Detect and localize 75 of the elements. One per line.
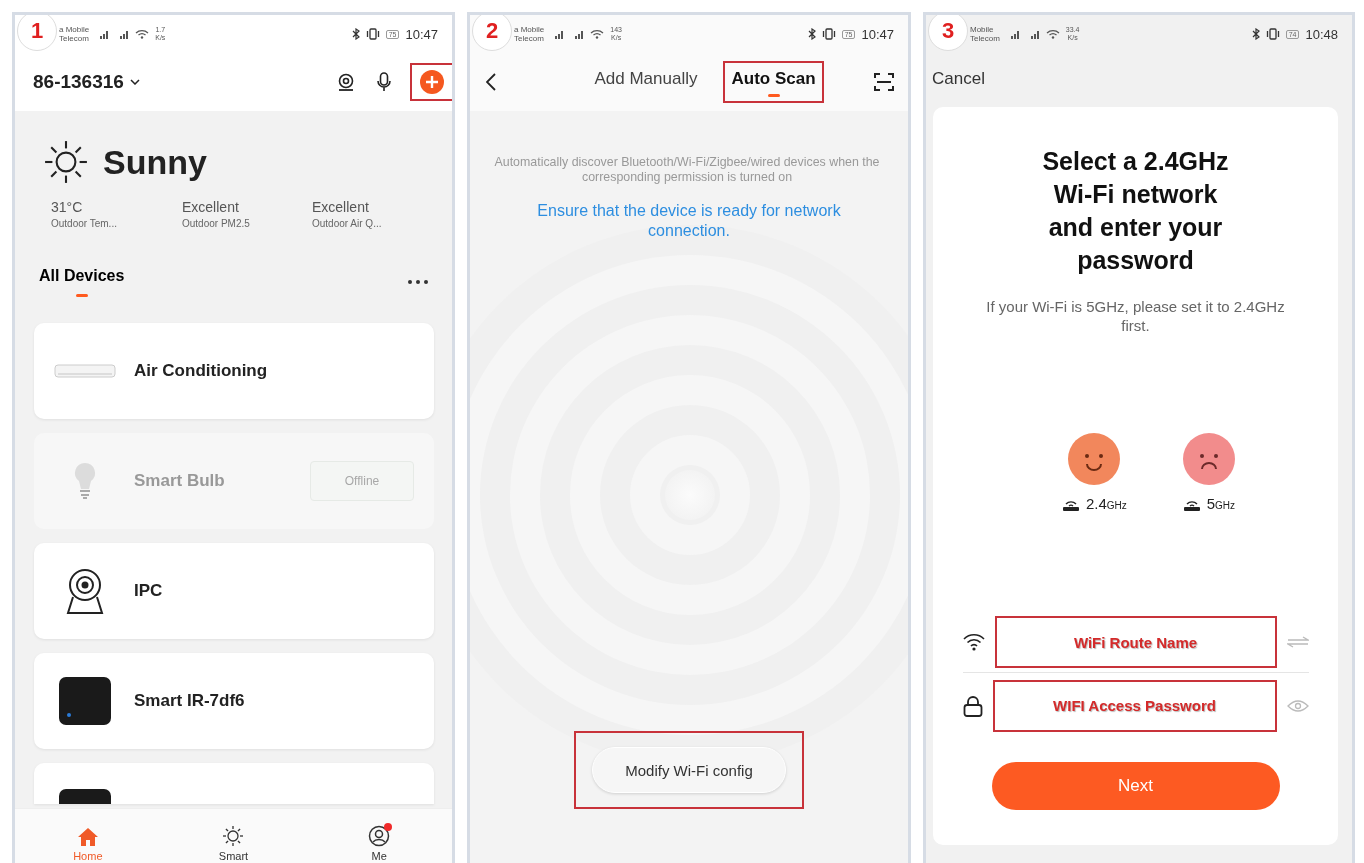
weather-label: Outdoor Tem... bbox=[51, 218, 118, 229]
carrier-name: a Mobile bbox=[514, 25, 545, 34]
microphone-icon[interactable] bbox=[376, 72, 392, 92]
clock-time: 10:48 bbox=[1305, 26, 1338, 42]
nav-tab[interactable]: Smart bbox=[160, 809, 307, 863]
weather-condition: Sunny bbox=[103, 142, 207, 182]
sun-icon bbox=[222, 825, 245, 847]
device-card[interactable]: Air Conditioning bbox=[34, 323, 434, 419]
hint-text: Automatically discover Bluetooth/Wi-Fi/Zigbee/wired devices when the corresponding permission is turned on bbox=[493, 154, 881, 185]
wifi-icon bbox=[962, 633, 985, 651]
camera-icon[interactable] bbox=[336, 72, 356, 92]
weather-label: Outdoor Air Q... bbox=[312, 218, 383, 229]
device-name: Smart IR-7df6 bbox=[134, 691, 246, 711]
home-icon bbox=[76, 827, 99, 847]
carrier-name: Mobile bbox=[970, 25, 995, 34]
hint-text: If your Wi-Fi is 5GHz, please set it to 2.4GHz first. bbox=[985, 297, 1286, 335]
bluetooth-icon bbox=[351, 28, 360, 40]
chevron-down-icon bbox=[129, 79, 140, 85]
band-value: 5 bbox=[1206, 495, 1216, 512]
wifi-icon bbox=[590, 29, 605, 39]
device-card[interactable]: IPC bbox=[34, 543, 434, 639]
weather-label: Outdoor PM2.5 bbox=[182, 218, 251, 229]
home-selector[interactable]: 86-136316 bbox=[33, 71, 316, 93]
clock-time: 10:47 bbox=[861, 26, 894, 42]
status-badge: Offline bbox=[310, 461, 414, 501]
vibrate-icon bbox=[365, 28, 380, 40]
device-name: Smart Bulb bbox=[134, 471, 226, 491]
remote-hub-icon bbox=[59, 677, 111, 725]
carrier-name: a Mobile bbox=[59, 25, 90, 34]
back-icon[interactable] bbox=[486, 73, 496, 91]
switch-network-icon[interactable] bbox=[1286, 636, 1309, 648]
device-card[interactable]: Smart IR-7df6 bbox=[34, 653, 434, 749]
card-title: Select a 2.4GHz Wi-Fi network and enter your password bbox=[1041, 146, 1230, 276]
plus-icon bbox=[420, 70, 444, 94]
more-icon[interactable] bbox=[408, 280, 428, 284]
security-camera-icon bbox=[65, 567, 105, 615]
notice-text: Ensure that the device is ready for network connection. bbox=[536, 201, 842, 241]
band-unit: GHz bbox=[1106, 500, 1127, 511]
device-name: Air Conditioning bbox=[134, 361, 269, 381]
carrier-name: Telecom bbox=[514, 34, 545, 43]
light-bulb-icon bbox=[73, 461, 97, 501]
weather-value: Excellent bbox=[182, 199, 240, 215]
remote-hub-icon bbox=[59, 789, 111, 804]
clock-time: 10:47 bbox=[405, 26, 438, 42]
air-conditioner-icon bbox=[54, 363, 116, 379]
add-button[interactable] bbox=[412, 65, 452, 99]
modify-config-button[interactable]: Modify Wi-Fi config bbox=[592, 747, 786, 793]
network-name-field[interactable]: WiFi Route Name bbox=[996, 618, 1275, 666]
step-number: 3 bbox=[928, 15, 968, 51]
weather-value: 31°C bbox=[51, 199, 84, 215]
carrier-name: Telecom bbox=[59, 34, 90, 43]
wifi-icon bbox=[135, 29, 150, 39]
vibrate-icon bbox=[821, 28, 836, 40]
carrier-name: Telecom bbox=[970, 34, 1000, 43]
weather-value: Excellent bbox=[312, 199, 370, 215]
device-card[interactable] bbox=[34, 763, 434, 804]
scan-icon[interactable] bbox=[874, 72, 894, 92]
band-value: 2.4 bbox=[1085, 495, 1107, 512]
bluetooth-icon bbox=[807, 28, 816, 40]
band-unit: GHz bbox=[1215, 500, 1236, 511]
frowning-face-icon bbox=[1182, 433, 1235, 485]
sun-icon bbox=[43, 139, 89, 185]
smiling-face-icon bbox=[1068, 433, 1121, 485]
mode-tab[interactable]: Add Manually bbox=[588, 63, 704, 101]
password-field[interactable]: WIFI Access Password bbox=[994, 681, 1275, 730]
bluetooth-icon bbox=[1251, 28, 1260, 40]
device-name: IPC bbox=[134, 581, 164, 601]
lock-icon bbox=[962, 694, 983, 717]
person-icon bbox=[368, 825, 391, 847]
section-tab[interactable]: All Devices bbox=[39, 267, 125, 297]
wifi-icon bbox=[1045, 29, 1060, 39]
cancel-button[interactable]: Cancel bbox=[926, 53, 985, 93]
nav-tab[interactable]: Me bbox=[306, 809, 452, 863]
vibrate-icon bbox=[1265, 28, 1280, 40]
mode-tab[interactable]: Auto Scan bbox=[725, 63, 822, 101]
